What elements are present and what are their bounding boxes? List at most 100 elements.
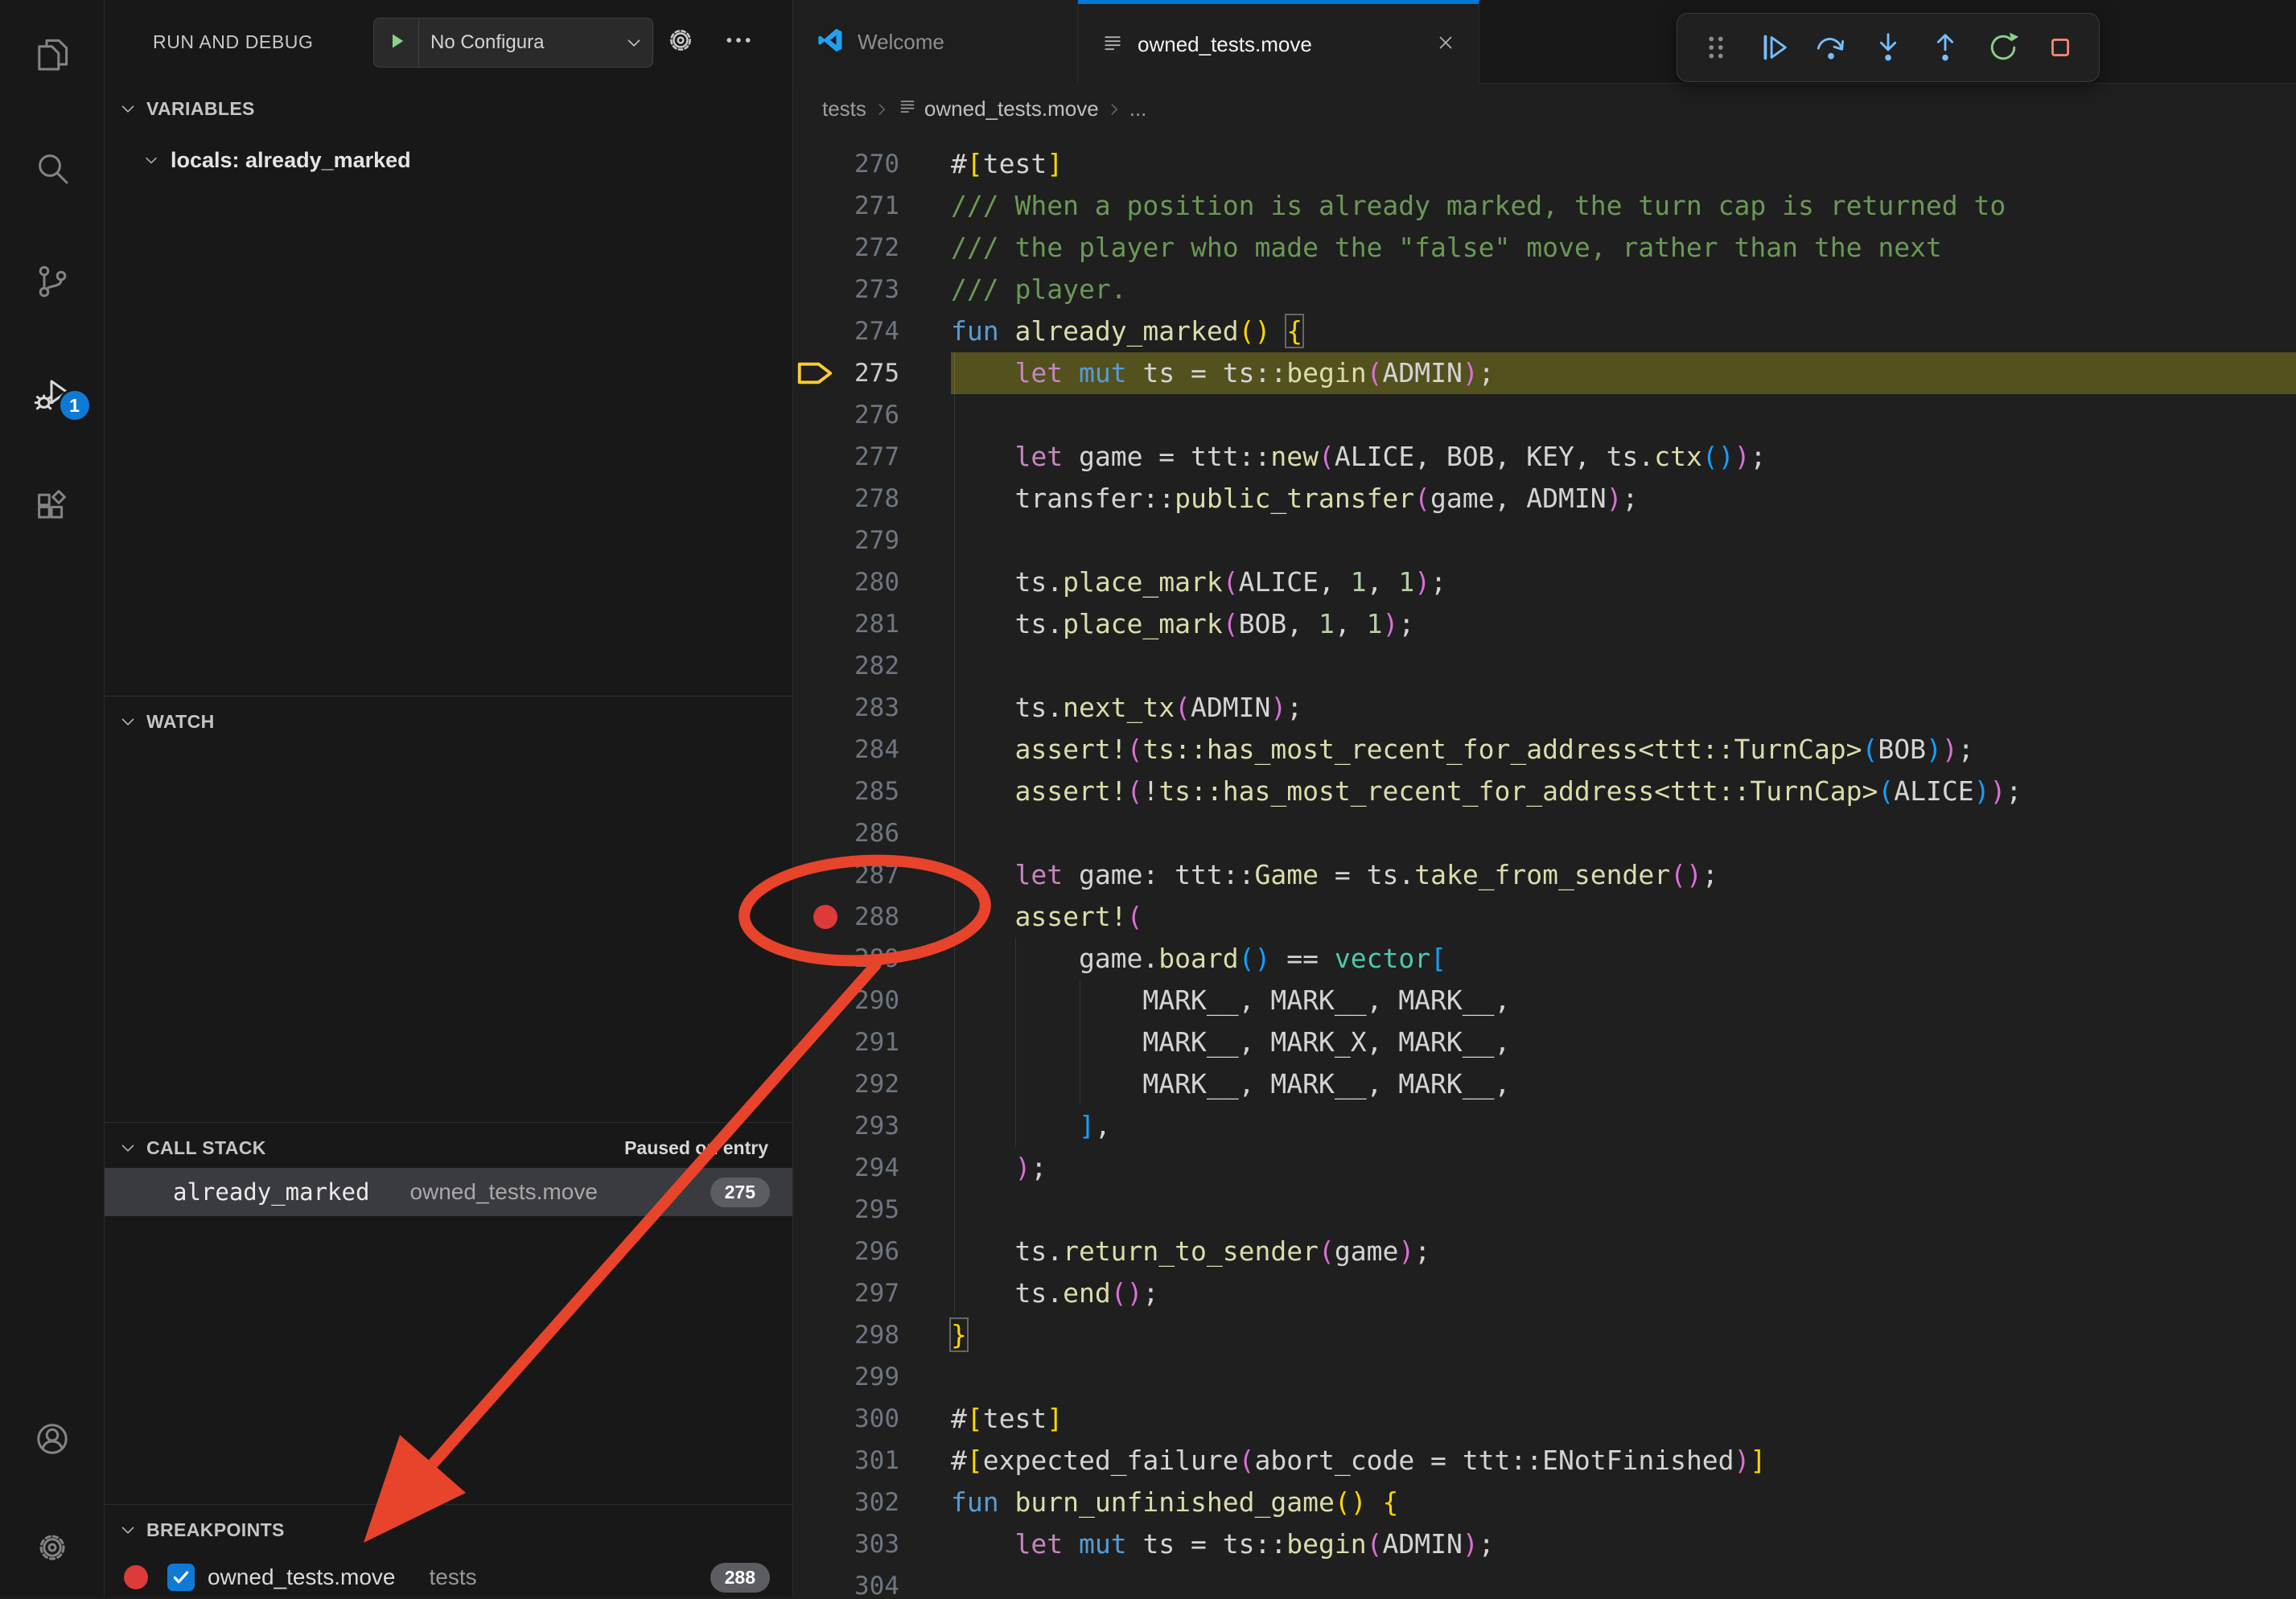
close-tab-button[interactable]	[1435, 32, 1456, 57]
gutter-glyph-margin[interactable]	[793, 645, 838, 687]
breakpoint-checkbox[interactable]	[167, 1564, 195, 1591]
code-line[interactable]: 280 ts.place_mark(ALICE, 1, 1);	[793, 561, 2296, 603]
code-line[interactable]: 281 ts.place_mark(BOB, 1, 1);	[793, 603, 2296, 645]
gutter-glyph-margin[interactable]	[793, 185, 838, 227]
code-line[interactable]: 299	[793, 1356, 2296, 1398]
code-line[interactable]: 301#[expected_failure(abort_code = ttt::…	[793, 1440, 2296, 1482]
gutter-glyph-margin[interactable]	[793, 436, 838, 478]
step-into-button[interactable]	[1864, 22, 1912, 73]
gutter-glyph-margin[interactable]	[793, 1272, 838, 1314]
activity-item-manage[interactable]	[0, 1509, 105, 1586]
code-line[interactable]: 275 let mut ts = ts::begin(ADMIN);	[793, 352, 2296, 394]
gutter-glyph-margin[interactable]	[793, 1314, 838, 1356]
code-line[interactable]: 276	[793, 394, 2296, 436]
gutter-glyph-margin[interactable]	[793, 1440, 838, 1482]
gutter-glyph-margin[interactable]	[793, 729, 838, 771]
gutter-glyph-margin[interactable]	[793, 854, 838, 896]
gutter-glyph-margin[interactable]	[793, 478, 838, 520]
gutter-glyph-margin[interactable]	[793, 143, 838, 185]
code-line[interactable]: 289 game.board() == vector[	[793, 938, 2296, 980]
code-line[interactable]: 304	[793, 1565, 2296, 1597]
gutter-glyph-margin[interactable]	[793, 1565, 838, 1597]
views-more-actions-button[interactable]	[722, 24, 755, 60]
breadcrumb-item-file[interactable]: owned_tests.move	[897, 96, 1099, 122]
code-line[interactable]: 283 ts.next_tx(ADMIN);	[793, 687, 2296, 729]
variables-scope-locals[interactable]: locals: already_marked	[105, 137, 792, 183]
code-line[interactable]: 290 MARK__, MARK__, MARK__,	[793, 980, 2296, 1021]
code-line[interactable]: 296 ts.return_to_sender(game);	[793, 1231, 2296, 1272]
code-line[interactable]: 274fun already_marked() {	[793, 310, 2296, 352]
gutter-glyph-margin[interactable]	[793, 938, 838, 980]
gutter-glyph-margin[interactable]	[793, 520, 838, 561]
gutter-glyph-margin[interactable]	[793, 1105, 838, 1147]
drag-handle-button[interactable]	[1692, 22, 1740, 73]
code-line[interactable]: 278 transfer::public_transfer(game, ADMI…	[793, 478, 2296, 520]
code-line[interactable]: 295	[793, 1189, 2296, 1231]
code-line[interactable]: 300#[test]	[793, 1398, 2296, 1440]
gutter-glyph-margin[interactable]	[793, 1356, 838, 1398]
step-over-button[interactable]	[1807, 22, 1855, 73]
gutter-glyph-margin[interactable]	[793, 771, 838, 812]
code-line[interactable]: 286	[793, 812, 2296, 854]
code-line[interactable]: 282	[793, 645, 2296, 687]
code-line[interactable]: 294 );	[793, 1147, 2296, 1189]
code-line[interactable]: 271/// When a position is already marked…	[793, 185, 2296, 227]
start-debugging-button[interactable]	[374, 18, 419, 67]
restart-button[interactable]	[1979, 22, 2027, 73]
gutter-glyph-margin[interactable]	[793, 603, 838, 645]
code-line[interactable]: 297 ts.end();	[793, 1272, 2296, 1314]
tab-welcome[interactable]: Welcome	[793, 0, 1078, 84]
code-line[interactable]: 302fun burn_unfinished_game() {	[793, 1482, 2296, 1523]
gutter-glyph-margin[interactable]	[793, 394, 838, 436]
code-line[interactable]: 284 assert!(ts::has_most_recent_for_addr…	[793, 729, 2296, 771]
gutter-glyph-margin[interactable]	[793, 687, 838, 729]
tab-owned-tests-move[interactable]: owned_tests.move	[1078, 0, 1479, 84]
activity-item-extensions[interactable]	[0, 470, 105, 547]
gutter-glyph-margin[interactable]	[793, 812, 838, 854]
section-header-call-stack[interactable]: CALL STACK Paused on entry	[105, 1123, 792, 1173]
gutter-glyph-margin[interactable]	[793, 352, 838, 394]
code-line[interactable]: 303 let mut ts = ts::begin(ADMIN);	[793, 1523, 2296, 1565]
gutter-glyph-margin[interactable]	[793, 269, 838, 310]
code-line[interactable]: 288 assert!(	[793, 896, 2296, 938]
gutter-glyph-margin[interactable]	[793, 1482, 838, 1523]
code-line[interactable]: 272/// the player who made the "false" m…	[793, 227, 2296, 269]
code-line[interactable]: 279	[793, 520, 2296, 561]
continue-button[interactable]	[1749, 22, 1797, 73]
activity-item-search[interactable]	[0, 129, 105, 207]
debug-settings-button[interactable]	[665, 24, 697, 60]
gutter-glyph-margin[interactable]	[793, 227, 838, 269]
gutter-glyph-margin[interactable]	[793, 1231, 838, 1272]
stack-frame-row[interactable]: already_marked owned_tests.move 275	[105, 1168, 792, 1216]
gutter-glyph-margin[interactable]	[793, 1063, 838, 1105]
step-out-button[interactable]	[1921, 22, 1969, 73]
code-line[interactable]: 285 assert!(!ts::has_most_recent_for_add…	[793, 771, 2296, 812]
section-header-watch[interactable]: WATCH	[105, 697, 792, 746]
activity-item-accounts[interactable]	[0, 1400, 105, 1478]
section-header-variables[interactable]: VARIABLES	[105, 84, 792, 134]
breadcrumb-item-symbol[interactable]: ...	[1129, 97, 1147, 121]
code-line[interactable]: 292 MARK__, MARK__, MARK__,	[793, 1063, 2296, 1105]
activity-item-run-and-debug[interactable]: 1	[0, 356, 105, 434]
code-line[interactable]: 277 let game = ttt::new(ALICE, BOB, KEY,…	[793, 436, 2296, 478]
breakpoint-dot[interactable]	[813, 905, 837, 929]
code-line[interactable]: 287 let game: ttt::Game = ts.take_from_s…	[793, 854, 2296, 896]
gutter-glyph-margin[interactable]	[793, 1189, 838, 1231]
gutter-glyph-margin[interactable]	[793, 1523, 838, 1565]
stop-button[interactable]	[2036, 22, 2084, 73]
gutter-glyph-margin[interactable]	[793, 980, 838, 1021]
code-line[interactable]: 273/// player.	[793, 269, 2296, 310]
code-line[interactable]: 270#[test]	[793, 143, 2296, 185]
debug-configuration-dropdown[interactable]: No Configura	[373, 18, 653, 68]
gutter-glyph-margin[interactable]	[793, 896, 838, 938]
gutter-glyph-margin[interactable]	[793, 310, 838, 352]
gutter-glyph-margin[interactable]	[793, 1021, 838, 1063]
activity-item-source-control[interactable]	[0, 243, 105, 320]
gutter-glyph-margin[interactable]	[793, 1398, 838, 1440]
gutter-glyph-margin[interactable]	[793, 1147, 838, 1189]
activity-item-explorer[interactable]	[0, 16, 105, 93]
section-header-breakpoints[interactable]: BREAKPOINTS	[105, 1505, 792, 1555]
breakpoint-item-row[interactable]: owned_tests.move tests 288	[105, 1556, 792, 1599]
code-editor[interactable]: 270#[test]271/// When a position is alre…	[793, 134, 2296, 1597]
code-line[interactable]: 298}	[793, 1314, 2296, 1356]
